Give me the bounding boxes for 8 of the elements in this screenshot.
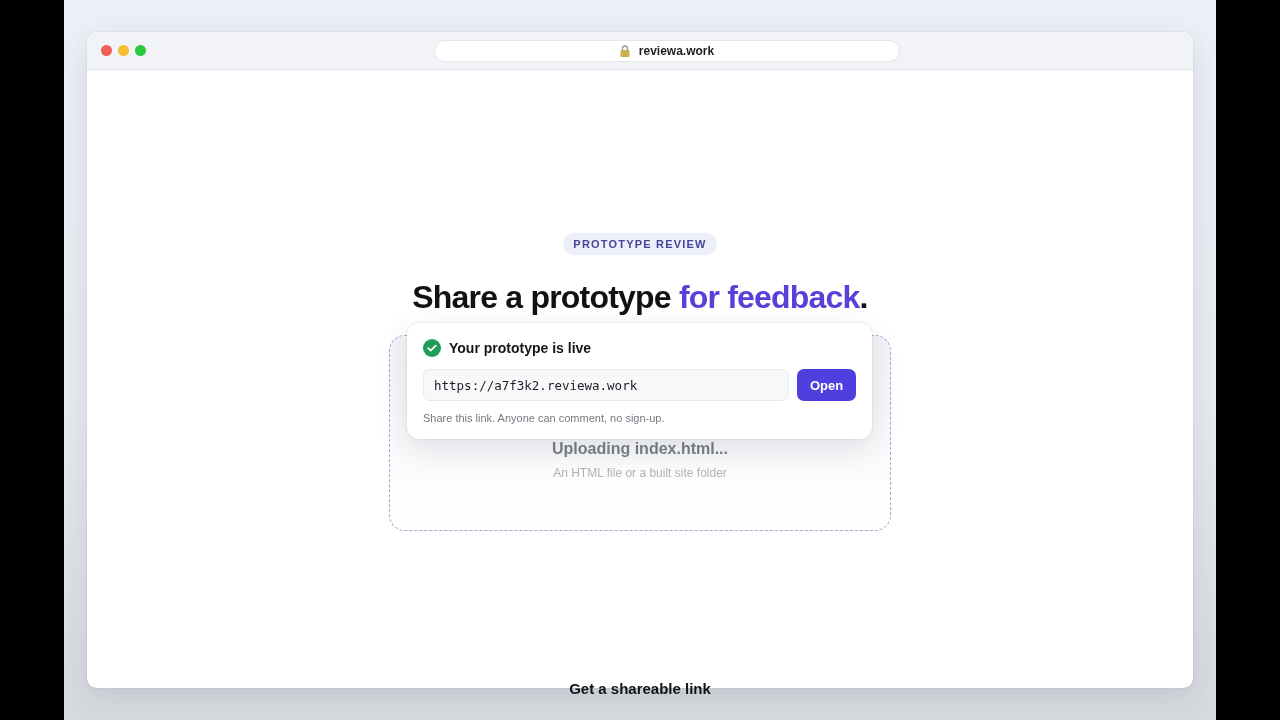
card-title: Your prototype is live <box>449 340 592 356</box>
upload-status: Uploading index.html... <box>552 439 728 459</box>
address-text: reviewa.work <box>638 43 715 58</box>
share-note: Share this link. Anyone can comment, no sign-up. <box>423 411 666 425</box>
section-badge: PROTOTYPE REVIEW <box>563 233 717 255</box>
headline: Share a prototype for feedback. <box>412 278 868 317</box>
upload-hint: An HTML file or a built site folder <box>553 466 727 481</box>
video-caption: Get a shareable link <box>569 680 711 698</box>
